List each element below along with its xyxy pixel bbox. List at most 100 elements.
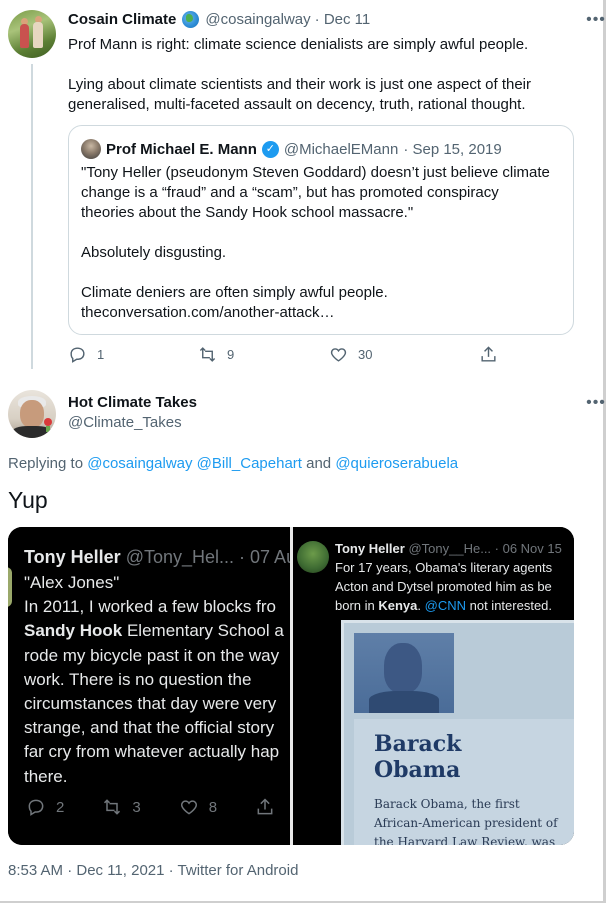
left-retweet: 3 xyxy=(102,797,141,817)
globe-emoji-icon xyxy=(182,11,200,28)
left-text-line: "Alex Jones" xyxy=(24,573,120,592)
right-screenshot-panel: Tony Heller @Tony__He... · 06 Nov 15 For… xyxy=(293,527,574,845)
left-text-line: Sandy Hook Elementary School a xyxy=(24,619,290,643)
left-screenshot-header: Tony Heller @Tony_Hel... · 07 Au xyxy=(24,547,290,568)
share-icon xyxy=(481,346,496,362)
left-text-line: circumstances that day were very xyxy=(24,694,277,714)
tweet-text-line: Prof Mann is right: climate science deni… xyxy=(68,36,529,53)
right-text-line: Acton and Dytsel promoted him as be xyxy=(335,579,552,594)
right-text-fragment: not interested. xyxy=(466,598,553,613)
right-text-fragment: born in xyxy=(335,598,379,613)
quote-text-line: Absolutely disgusting. xyxy=(81,244,227,261)
right-text-line: born in Kenya. @CNN not interested. xyxy=(335,596,574,615)
quote-link[interactable]: theconversation.com/another-attack… xyxy=(81,303,561,323)
quote-text-line: Climate deniers are often simply awful p… xyxy=(81,284,388,301)
replying-and-text: and xyxy=(306,455,332,472)
right-screenshot-text: For 17 years, Obama's literary agents Ac… xyxy=(335,558,574,615)
left-like: 8 xyxy=(179,797,217,817)
right-screenshot-avatar xyxy=(297,541,329,573)
right-screenshot-header: Tony Heller @Tony__He... · 06 Nov 15 xyxy=(335,541,562,556)
left-retweet-count: 3 xyxy=(132,798,141,816)
heart-icon xyxy=(330,348,347,362)
tweet-timestamp-source[interactable]: 8:53 AM · Dec 11, 2021 · Twitter for And… xyxy=(8,862,298,879)
author-handle[interactable]: @cosaingalway xyxy=(205,11,310,28)
verified-badge-icon: ✓ xyxy=(261,140,279,158)
left-like-count: 8 xyxy=(208,798,218,816)
like-button[interactable]: 30 xyxy=(329,345,479,364)
book-bio-line: the Harvard Law Review, was xyxy=(374,835,556,845)
tweet-text-line: generalised, multi-faceted assault on de… xyxy=(68,96,526,113)
left-share xyxy=(255,797,275,817)
left-text-line: far cry from whatever actually hap xyxy=(24,742,280,762)
replying-to-line: Replying to @cosaingalway @Bill_Capehart… xyxy=(8,455,458,472)
more-options-icon[interactable]: ••• xyxy=(581,394,611,412)
left-author-name: Tony Heller xyxy=(24,547,121,567)
replying-to-users-link[interactable]: @cosaingalway @Bill_Capehart xyxy=(87,455,302,472)
obama-photo xyxy=(354,633,454,713)
book-last-name: Obama xyxy=(374,757,461,783)
book-bio-line: African-American president of xyxy=(374,816,558,830)
cosain-climate-avatar[interactable] xyxy=(8,10,56,58)
left-text-line: In 2011, I worked a few blocks fro xyxy=(24,597,276,617)
left-screenshot-avatar xyxy=(8,567,12,607)
left-handle-date: @Tony_Hel... · 07 Au xyxy=(125,547,290,567)
reply-button[interactable]: 1 xyxy=(68,345,198,364)
replying-to-last-user-link[interactable]: @quieroserabuela xyxy=(335,455,458,472)
replying-to-label: Replying to xyxy=(8,455,84,472)
left-reply-count: 2 xyxy=(56,798,65,816)
left-screenshot-panel: Tony Heller @Tony_Hel... · 07 Au "Alex J… xyxy=(8,527,290,845)
retweet-count: 9 xyxy=(227,347,235,362)
retweet-button[interactable]: 9 xyxy=(198,345,329,364)
left-text-line: rode my bicycle past it on the way xyxy=(24,645,280,665)
reply-icon xyxy=(28,799,44,816)
retweet-icon xyxy=(199,347,216,362)
left-screenshot-text: "Alex Jones" In 2011, I worked a few blo… xyxy=(24,571,290,789)
quoted-tweet-header: Prof Michael E. Mann ✓ @MichaelEMann · S… xyxy=(81,139,502,159)
left-text-fragment: Elementary School a xyxy=(122,621,284,641)
left-text-line: strange, and that the official story xyxy=(24,718,275,738)
tweet-text-line: Lying about climate scientists and their… xyxy=(68,76,532,93)
reply-count: 1 xyxy=(97,347,105,362)
parent-tweet-header: Cosain Climate @cosaingalway · Dec 11 xyxy=(68,11,370,28)
author-name[interactable]: Cosain Climate xyxy=(68,11,176,28)
thread-connector-line xyxy=(31,64,33,369)
quoted-author-handle: @MichaelEMann xyxy=(283,140,399,158)
quoted-tweet-date: · Sep 15, 2019 xyxy=(403,140,502,158)
share-icon xyxy=(257,798,273,815)
book-bio-line: Barack Obama, the first xyxy=(374,797,520,811)
left-text-line: there. xyxy=(24,766,68,786)
book-bio-image: Barack Obama Barack Obama, the first Afr… xyxy=(341,620,574,845)
right-bold-text: Kenya xyxy=(378,598,418,613)
share-button[interactable] xyxy=(479,345,498,364)
quoted-author-name: Prof Michael E. Mann xyxy=(106,140,257,158)
parent-tweet-actions: 1 9 30 xyxy=(68,345,498,364)
parent-tweet-text: Prof Mann is right: climate science deni… xyxy=(68,35,588,115)
hot-climate-takes-avatar[interactable] xyxy=(8,390,56,438)
heart-icon xyxy=(180,800,197,815)
reply-icon xyxy=(70,347,85,363)
quoted-tweet-text: "Tony Heller (pseudonym Steven Goddard) … xyxy=(81,163,561,323)
main-author-handle[interactable]: @Climate_Takes xyxy=(68,414,182,431)
right-text-fragment: . xyxy=(417,598,425,613)
more-options-icon[interactable]: ••• xyxy=(581,11,611,29)
michael-mann-avatar xyxy=(81,139,101,159)
right-text-line: For 17 years, Obama's literary agents xyxy=(335,560,553,575)
left-reply: 2 xyxy=(26,797,64,817)
quoted-tweet-card[interactable]: Prof Michael E. Mann ✓ @MichaelEMann · S… xyxy=(68,125,574,335)
book-bio-text: Barack Obama, the first African-American… xyxy=(374,795,574,845)
retweet-icon xyxy=(104,799,121,815)
tweet-date[interactable]: · Dec 11 xyxy=(315,11,371,28)
left-bold-text: Sandy Hook xyxy=(24,621,123,641)
quote-text-line: change is a “fraud” and a “scam”, but ha… xyxy=(81,184,499,201)
right-handle-date: @Tony__He... · 06 Nov 15 xyxy=(408,541,562,556)
left-screenshot-actions: 2 3 8 xyxy=(26,797,275,817)
like-count: 30 xyxy=(358,347,373,362)
main-author-name[interactable]: Hot Climate Takes xyxy=(68,394,197,411)
right-author-name: Tony Heller xyxy=(335,541,405,556)
book-name-heading: Barack Obama xyxy=(374,731,461,783)
left-text-line: work. There is no question the xyxy=(24,669,252,689)
main-tweet-text: Yup xyxy=(8,487,48,513)
right-cnn-mention: @CNN xyxy=(424,598,467,613)
attached-image[interactable]: Tony Heller @Tony_Hel... · 07 Au "Alex J… xyxy=(8,527,574,845)
book-first-name: Barack xyxy=(374,731,462,757)
